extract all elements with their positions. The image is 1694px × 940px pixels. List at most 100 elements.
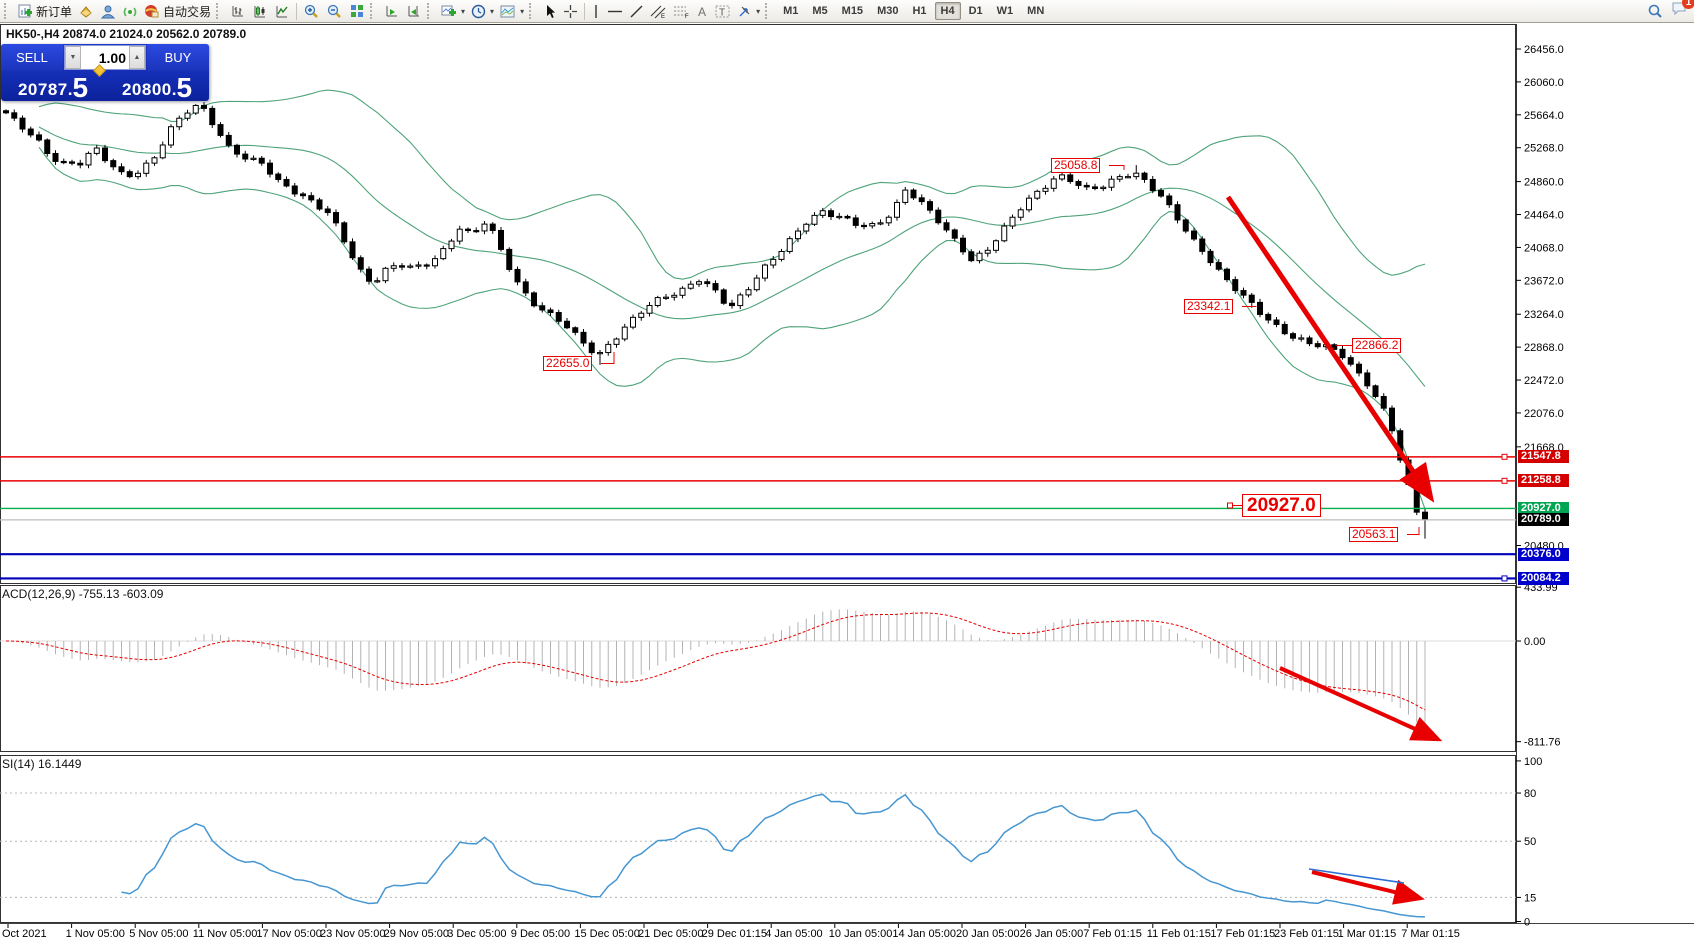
- timeframe-d1[interactable]: D1: [963, 2, 989, 20]
- fibonacci-button[interactable]: F: [670, 1, 693, 21]
- horizontal-line-icon: [607, 4, 623, 19]
- autotrade-label: 自动交易: [163, 3, 211, 20]
- dropdown-caret: ▾: [490, 7, 494, 16]
- price-display: 20787.5 20800.5: [1, 71, 209, 101]
- text-label-button[interactable]: T: [712, 1, 734, 21]
- crosshair-icon: [563, 4, 578, 19]
- template-button[interactable]: ▾: [497, 1, 527, 21]
- horizontal-line-button[interactable]: [604, 1, 626, 21]
- svg-text:0.00: 0.00: [1524, 636, 1545, 648]
- timeframe-h1[interactable]: H1: [906, 2, 932, 20]
- x-axis-label: 1 Mar 01:15: [1338, 928, 1397, 940]
- svg-text:26456.0: 26456.0: [1524, 44, 1564, 56]
- annotation-22655.0[interactable]: 22655.0: [543, 356, 592, 371]
- svg-text:-811.76: -811.76: [1524, 737, 1561, 749]
- sell-button[interactable]: SELL: [1, 44, 63, 71]
- volume-value[interactable]: 1.00: [81, 46, 129, 69]
- trendline-button[interactable]: [626, 1, 647, 21]
- x-axis-label: 21 Dec 05:00: [638, 928, 703, 940]
- mt4-window: { "toolbar": { "new_order_label": "新订单",…: [0, 0, 1694, 940]
- toolbar-grip[interactable]: [216, 3, 224, 19]
- auto-scroll-button[interactable]: [381, 1, 403, 21]
- tick-chart-button[interactable]: [75, 1, 97, 21]
- x-axis-label: 11 Nov 05:00: [193, 928, 258, 940]
- annotation-22866.2[interactable]: 22866.2: [1352, 338, 1401, 353]
- annotation-23342.1[interactable]: 23342.1: [1184, 299, 1233, 314]
- svg-text:T: T: [719, 7, 725, 18]
- zoom-in-button[interactable]: [300, 1, 323, 21]
- text-button[interactable]: A: [693, 1, 712, 21]
- timeframe-h4[interactable]: H4: [935, 2, 961, 20]
- toolbar-grip[interactable]: [370, 3, 378, 19]
- new-chart-button[interactable]: ▾: [438, 1, 468, 21]
- macd-pane[interactable]: [1, 586, 1516, 752]
- vertical-line-button[interactable]: [588, 1, 604, 21]
- volume-increase-button[interactable]: ▲: [129, 46, 145, 69]
- market-watch-button[interactable]: [97, 1, 119, 21]
- toolbar: 新订单 自动交易 ▾ ▾: [0, 0, 1694, 23]
- period-button[interactable]: ▾: [468, 1, 497, 21]
- new-order-label: 新订单: [36, 3, 72, 20]
- timeframe-w1[interactable]: W1: [991, 2, 1020, 20]
- annotation-20927.0[interactable]: 20927.0: [1242, 494, 1321, 517]
- equidistant-channel-button[interactable]: E: [647, 1, 670, 21]
- notifications-button[interactable]: 1: [1671, 1, 1688, 21]
- toolbar-grip[interactable]: [765, 3, 773, 19]
- toolbar-grip[interactable]: [4, 3, 12, 19]
- line-chart-button[interactable]: [271, 1, 293, 21]
- candlestick-chart-button[interactable]: [249, 1, 271, 21]
- hline-handle[interactable]: [1502, 478, 1507, 483]
- cursor-button[interactable]: [540, 1, 560, 21]
- toolbar-grip[interactable]: [529, 3, 537, 19]
- buy-button[interactable]: BUY: [147, 44, 209, 71]
- x-axis-label: 14 Jan 05:00: [892, 928, 956, 940]
- svg-text:0: 0: [1524, 917, 1530, 929]
- volume-decrease-button[interactable]: ▼: [65, 46, 81, 69]
- search-icon[interactable]: [1647, 3, 1663, 19]
- market-watch-icon: [100, 4, 116, 19]
- shapes-button[interactable]: ▾: [734, 1, 763, 21]
- signals-icon: [122, 4, 138, 19]
- timeframe-m15[interactable]: M15: [836, 2, 869, 20]
- new-order-button[interactable]: 新订单: [15, 1, 75, 21]
- timeframe-m30[interactable]: M30: [871, 2, 904, 20]
- sell-price[interactable]: 20787.5: [1, 71, 105, 101]
- signals-button[interactable]: [119, 1, 141, 21]
- svg-text:E: E: [661, 14, 665, 19]
- x-axis-label: 1 Nov 05:00: [66, 928, 125, 940]
- chart-canvas[interactable]: 26456.026060.025664.025268.024860.024464…: [0, 0, 1694, 940]
- svg-text:A: A: [698, 5, 706, 19]
- one-click-trading-panel: SELL ▼ 1.00 ▲ BUY 20787.5 20800.5: [1, 44, 209, 101]
- dropdown-caret: ▾: [461, 7, 465, 16]
- annotation-25058.8[interactable]: 25058.8: [1051, 158, 1100, 173]
- timeframe-mn[interactable]: MN: [1021, 2, 1050, 20]
- toolbar-grip[interactable]: [427, 3, 435, 19]
- zoom-out-button[interactable]: [323, 1, 346, 21]
- chart-shift-icon: [406, 3, 422, 19]
- hline-handle[interactable]: [1502, 576, 1507, 581]
- x-axis-label: 15 Dec 05:00: [574, 928, 639, 940]
- tile-windows-button[interactable]: [346, 1, 368, 21]
- x-axis-label: 17 Nov 05:00: [256, 928, 321, 940]
- price-tag-20376.0: 20376.0: [1518, 548, 1569, 561]
- bar-chart-button[interactable]: [227, 1, 249, 21]
- chart-shift-button[interactable]: [403, 1, 425, 21]
- zoom-in-icon: [303, 3, 320, 19]
- svg-text:15: 15: [1524, 892, 1536, 904]
- annotation-20563.1[interactable]: 20563.1: [1349, 527, 1398, 542]
- new-order-icon: [18, 4, 33, 19]
- crosshair-button[interactable]: [560, 1, 581, 21]
- tile-windows-icon: [349, 3, 365, 19]
- x-axis-label: 3 Dec 05:00: [447, 928, 506, 940]
- x-axis-label: 11 Feb 01:15: [1147, 928, 1211, 940]
- timeframe-m1[interactable]: M1: [777, 2, 804, 20]
- autotrade-button[interactable]: 自动交易: [141, 1, 214, 21]
- x-axis-label: 5 Nov 05:00: [129, 928, 188, 940]
- svg-text:24068.0: 24068.0: [1524, 242, 1564, 254]
- x-axis-label: 23 Nov 05:00: [320, 928, 385, 940]
- timeframe-m5[interactable]: M5: [806, 2, 833, 20]
- hline-handle[interactable]: [1502, 454, 1507, 459]
- buy-price[interactable]: 20800.5: [105, 71, 209, 101]
- rsi-pane[interactable]: [1, 756, 1516, 923]
- svg-text:80: 80: [1524, 788, 1536, 800]
